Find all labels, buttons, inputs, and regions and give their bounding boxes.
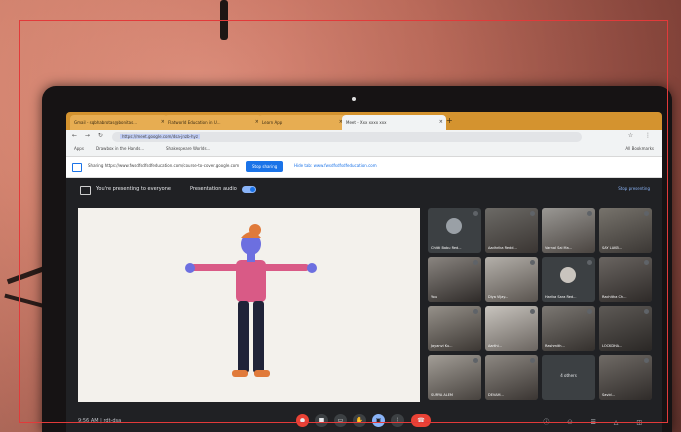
selection-frame: [19, 20, 668, 423]
